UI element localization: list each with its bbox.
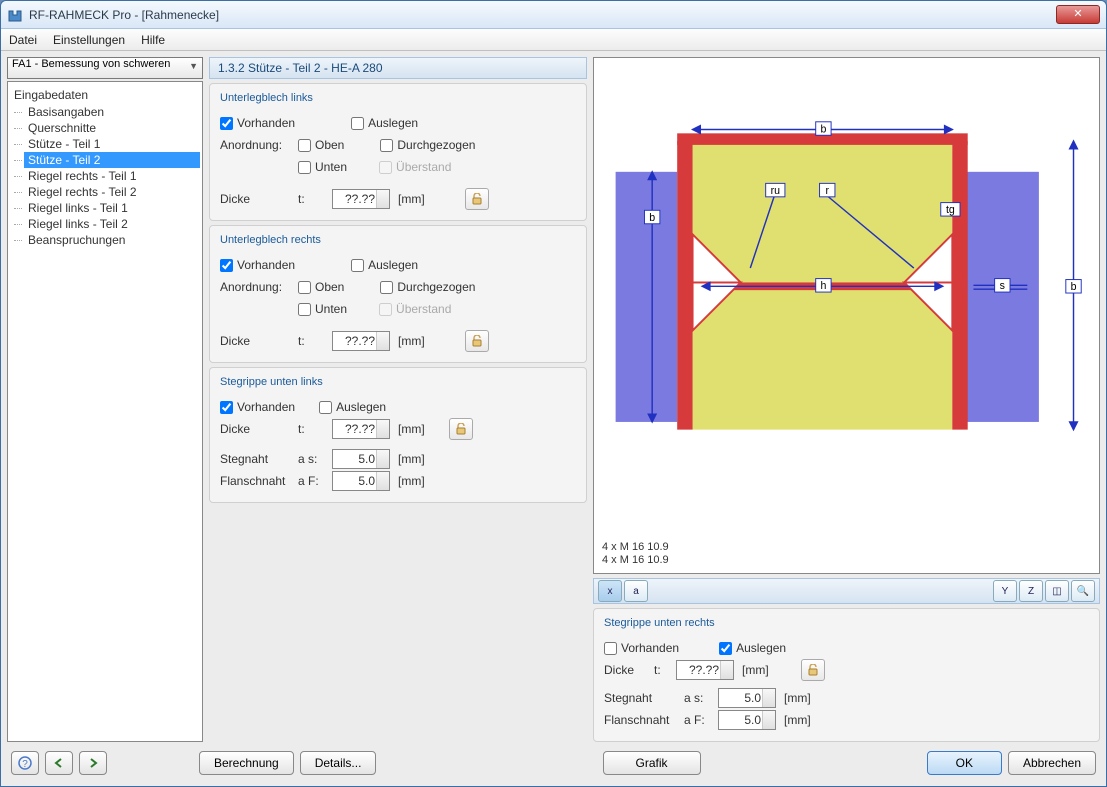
chk-ul-vorhanden[interactable]: Vorhanden — [220, 116, 295, 130]
menu-help[interactable]: Hilfe — [141, 33, 165, 47]
grafik-button[interactable]: Grafik — [603, 751, 701, 775]
chk-ul-durchgezogen[interactable]: Durchgezogen — [380, 138, 475, 152]
graphic-viewport[interactable]: b ru r tg h s b b 4 x M 16 10.9 4 x M 16… — [593, 57, 1100, 574]
view-x-button[interactable]: x — [598, 580, 622, 602]
group-stegrippe-rechts: Stegrippe unten rechts Vorhanden Auslege… — [593, 608, 1100, 742]
svg-text:b: b — [649, 212, 655, 224]
chk-sl-auslegen[interactable]: Auslegen — [319, 400, 386, 414]
svg-text:s: s — [1000, 280, 1005, 292]
svg-text:r: r — [825, 185, 829, 197]
prev-button[interactable] — [45, 751, 73, 775]
input-sl-as[interactable]: 5.0 — [332, 449, 390, 469]
abbrechen-button[interactable]: Abbrechen — [1008, 751, 1096, 775]
menu-settings[interactable]: Einstellungen — [53, 33, 125, 47]
chk-ur-ueberstand: Überstand — [379, 302, 451, 316]
loadcase-combo[interactable]: FA1 - Bemessung von schweren — [7, 57, 203, 79]
lock-sl[interactable] — [449, 418, 473, 440]
graphic-info: 4 x M 16 10.9 4 x M 16 10.9 — [602, 541, 669, 567]
chk-ul-ueberstand: Überstand — [379, 160, 451, 174]
svg-text:h: h — [820, 280, 826, 292]
svg-text:b: b — [1071, 281, 1077, 293]
details-button[interactable]: Details... — [300, 751, 377, 775]
tree-item-stuetze-2[interactable]: Stütze - Teil 2 — [24, 152, 200, 168]
tree-item-querschnitte[interactable]: Querschnitte — [24, 120, 200, 136]
chk-ur-oben[interactable]: Oben — [298, 280, 344, 294]
chk-ul-oben[interactable]: Oben — [298, 138, 344, 152]
window-title: RF-RAHMECK Pro - [Rahmenecke] — [29, 8, 1056, 22]
next-button[interactable] — [79, 751, 107, 775]
svg-text:ru: ru — [771, 185, 781, 197]
close-button[interactable]: ✕ — [1056, 5, 1100, 24]
view-a-button[interactable]: a — [624, 580, 648, 602]
lock-sr[interactable] — [801, 659, 825, 681]
main-window: RF-RAHMECK Pro - [Rahmenecke] ✕ Datei Ei… — [0, 0, 1107, 787]
ok-button[interactable]: OK — [927, 751, 1002, 775]
help-button[interactable]: ? — [11, 751, 39, 775]
tree-item-stuetze-1[interactable]: Stütze - Teil 1 — [24, 136, 200, 152]
view-y-button[interactable]: Y — [993, 580, 1017, 602]
titlebar: RF-RAHMECK Pro - [Rahmenecke] ✕ — [1, 1, 1106, 29]
svg-text:?: ? — [22, 759, 28, 770]
view-z-button[interactable]: Z — [1019, 580, 1043, 602]
tree-item-riegel-r1[interactable]: Riegel rechts - Teil 1 — [24, 168, 200, 184]
app-icon — [7, 7, 23, 23]
nav-tree: Eingabedaten Basisangaben Querschnitte S… — [7, 81, 203, 742]
group-stegrippe-links: Stegrippe unten links Vorhanden Auslegen… — [209, 367, 587, 503]
svg-text:tg: tg — [946, 204, 955, 216]
input-sl-af[interactable]: 5.0 — [332, 471, 390, 491]
chk-ul-auslegen[interactable]: Auslegen — [351, 116, 418, 130]
chk-ul-unten[interactable]: Unten — [298, 160, 347, 174]
menubar: Datei Einstellungen Hilfe — [1, 29, 1106, 51]
menu-file[interactable]: Datei — [9, 33, 37, 47]
section-diagram: b ru r tg h s b b — [606, 66, 1087, 480]
chk-sr-auslegen[interactable]: Auslegen — [719, 641, 786, 655]
tree-item-riegel-r2[interactable]: Riegel rechts - Teil 2 — [24, 184, 200, 200]
lock-ur[interactable] — [465, 330, 489, 352]
bottom-bar: ? Berechnung Details... Grafik OK Abbrec… — [7, 746, 1100, 780]
graphic-toolbar: x a Y Z ◫ 🔍 — [593, 578, 1100, 604]
chk-sr-vorhanden[interactable]: Vorhanden — [604, 641, 679, 655]
berechnung-button[interactable]: Berechnung — [199, 751, 294, 775]
tree-item-riegel-l1[interactable]: Riegel links - Teil 1 — [24, 200, 200, 216]
group-unterlegblech-links: Unterlegblech links Vorhanden Auslegen A… — [209, 83, 587, 221]
zoom-button[interactable]: 🔍 — [1071, 580, 1095, 602]
svg-text:b: b — [820, 123, 826, 135]
input-sr-dicke[interactable]: ??.?? — [676, 660, 734, 680]
input-ul-dicke[interactable]: ??.?? — [332, 189, 390, 209]
input-sr-as[interactable]: 5.0 — [718, 688, 776, 708]
tree-item-basisangaben[interactable]: Basisangaben — [24, 104, 200, 120]
view-3d-button[interactable]: ◫ — [1045, 580, 1069, 602]
input-sr-af[interactable]: 5.0 — [718, 710, 776, 730]
chk-sl-vorhanden[interactable]: Vorhanden — [220, 400, 295, 414]
input-sl-dicke[interactable]: ??.?? — [332, 419, 390, 439]
tree-root[interactable]: Eingabedaten — [10, 86, 200, 104]
chk-ur-auslegen[interactable]: Auslegen — [351, 258, 418, 272]
tree-item-beanspruchungen[interactable]: Beanspruchungen — [24, 232, 200, 248]
chk-ur-unten[interactable]: Unten — [298, 302, 347, 316]
tree-item-riegel-l2[interactable]: Riegel links - Teil 2 — [24, 216, 200, 232]
input-ur-dicke[interactable]: ??.?? — [332, 331, 390, 351]
group-unterlegblech-rechts: Unterlegblech rechts Vorhanden Auslegen … — [209, 225, 587, 363]
page-title: 1.3.2 Stütze - Teil 2 - HE-A 280 — [209, 57, 587, 79]
lock-ul[interactable] — [465, 188, 489, 210]
chk-ur-vorhanden[interactable]: Vorhanden — [220, 258, 295, 272]
chk-ur-durchgezogen[interactable]: Durchgezogen — [380, 280, 475, 294]
